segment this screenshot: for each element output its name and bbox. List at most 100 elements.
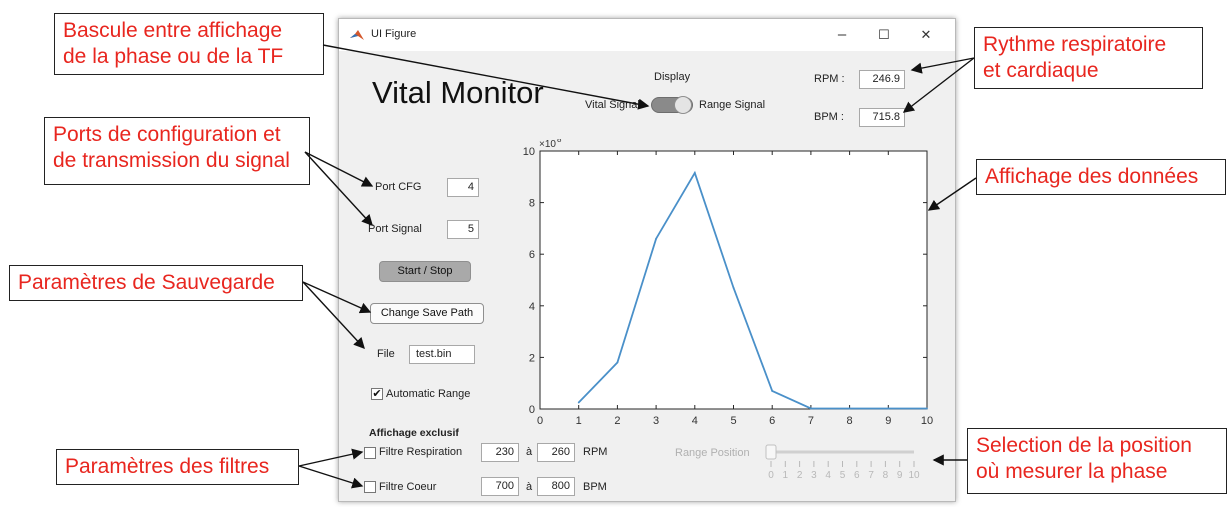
resp-filter-checkbox[interactable] — [364, 447, 376, 459]
range-position-slider[interactable]: 0 1 2 3 4 5 6 7 8 9 10 — [764, 439, 934, 483]
x-tick-label: 6 — [769, 415, 775, 427]
callout-line: Affichage des données — [985, 165, 1199, 188]
callout-line: Ports de configuration et — [53, 123, 281, 146]
display-toggle-switch[interactable] — [651, 96, 693, 114]
x-tick-label: 4 — [692, 415, 698, 427]
callout-line: Rythme respiratoire — [983, 33, 1167, 56]
change-save-path-button[interactable]: Change Save Path — [370, 303, 484, 324]
rpm-value: 246.9 — [859, 70, 905, 89]
x-tick-label: 9 — [885, 415, 891, 427]
callout-line: où mesurer la phase — [976, 460, 1168, 483]
data-point — [887, 407, 890, 410]
port-cfg-field[interactable]: 4 — [447, 178, 479, 197]
data-point — [848, 407, 851, 410]
y-tick-label: 0 — [529, 404, 535, 416]
maximize-button[interactable]: ☐ — [869, 23, 899, 47]
port-signal-label: Port Signal — [368, 223, 422, 235]
y-tick-label: 6 — [529, 249, 535, 261]
heart-min-field[interactable]: 700 — [481, 477, 519, 496]
resp-min-field[interactable]: 230 — [481, 443, 519, 462]
rpm-label: RPM : — [814, 73, 845, 85]
callout-line: de transmission du signal — [53, 149, 290, 172]
y-tick-label: 2 — [529, 352, 535, 364]
y-multiplier-exponent: 8 — [557, 139, 562, 144]
heart-filter-label: Filtre Coeur — [379, 481, 437, 493]
resp-unit: RPM — [583, 446, 608, 458]
app-window: UI Figure – ☐ ✕ Vital Monitor Display Vi… — [338, 18, 956, 502]
callout-save: Paramètres de Sauvegarde — [9, 265, 303, 301]
y-multiplier-label: ×10 — [539, 139, 556, 150]
y-tick-label: 4 — [529, 301, 535, 313]
x-tick-label: 3 — [653, 415, 659, 427]
port-cfg-label: Port CFG — [375, 181, 422, 193]
start-stop-button[interactable]: Start / Stop — [379, 261, 471, 282]
callout-line: et cardiaque — [983, 59, 1099, 82]
slider-tick-label: 6 — [854, 470, 860, 481]
minimize-button[interactable]: – — [827, 23, 857, 47]
callout-ports: Ports de configuration et de transmissio… — [44, 117, 310, 185]
window-title: UI Figure — [371, 28, 417, 40]
callout-filters: Paramètres des filtres — [56, 449, 299, 485]
resp-filter-label: Filtre Respiration — [379, 446, 463, 458]
port-signal-field[interactable]: 5 — [447, 220, 479, 239]
callout-line: Paramètres des filtres — [65, 455, 270, 478]
file-label: File — [377, 348, 395, 360]
resp-max-field[interactable]: 260 — [537, 443, 575, 462]
data-point — [655, 237, 657, 240]
callout-rates: Rythme respiratoire et cardiaque — [974, 27, 1203, 89]
data-point — [926, 407, 928, 410]
close-button[interactable]: ✕ — [911, 23, 941, 47]
data-point — [577, 401, 580, 404]
heart-filter-checkbox[interactable] — [364, 481, 376, 493]
x-tick-label: 10 — [921, 415, 933, 427]
data-point — [693, 172, 696, 174]
slider-tick-label: 5 — [840, 470, 846, 481]
x-tick-label: 8 — [847, 415, 853, 427]
line-chart: 0 1 2 3 4 5 6 7 8 9 100246810×10 8 — [523, 139, 933, 427]
callout-position: Selection de la position où mesurer la p… — [967, 428, 1227, 494]
heart-max-field[interactable]: 800 — [537, 477, 575, 496]
data-point — [732, 286, 735, 289]
callout-line: de la phase ou de la TF — [63, 45, 284, 68]
slider-tick-label: 4 — [825, 470, 831, 481]
automatic-range-label: Automatic Range — [386, 388, 471, 400]
callout-line: Selection de la position — [976, 434, 1192, 457]
data-point — [771, 390, 774, 392]
range-position-label: Range Position — [675, 447, 750, 459]
callout-data: Affichage des données — [976, 159, 1226, 195]
range-signal-label: Range Signal — [699, 99, 766, 111]
slider-tick-label: 3 — [811, 470, 817, 481]
slider-tick-label: 8 — [883, 470, 889, 481]
automatic-range-checkbox[interactable]: ✔ — [371, 388, 383, 400]
toggle-knob — [674, 96, 692, 114]
x-tick-label: 1 — [576, 415, 582, 427]
matlab-logo-icon — [350, 30, 364, 40]
callout-toggle: Bascule entre affichage de la phase ou d… — [54, 13, 324, 75]
x-tick-label: 7 — [808, 415, 814, 427]
slider-thumb — [765, 444, 777, 460]
y-tick-label: 8 — [529, 198, 535, 210]
heart-sep: à — [526, 481, 533, 493]
resp-sep: à — [526, 446, 533, 458]
slider-tick-label: 10 — [908, 470, 920, 481]
bpm-label: BPM : — [814, 111, 844, 123]
x-tick-label: 5 — [730, 415, 736, 427]
heart-unit: BPM — [583, 481, 607, 493]
x-tick-label: 0 — [537, 415, 543, 427]
y-tick-label: 10 — [523, 146, 535, 158]
filters-title: Affichage exclusif — [369, 427, 459, 439]
slider-tick-label: 2 — [797, 470, 803, 481]
slider-tick-label: 9 — [897, 470, 903, 481]
slider-tick-label: 0 — [768, 470, 774, 481]
data-point — [810, 407, 812, 410]
data-point — [616, 361, 619, 364]
app-title: Vital Monitor — [372, 75, 544, 110]
callout-line: Bascule entre affichage — [63, 19, 283, 42]
slider-tick-label: 7 — [868, 470, 874, 481]
file-name-field[interactable]: test.bin — [409, 345, 475, 364]
vital-signal-label: Vital Signal — [585, 99, 640, 111]
bpm-value: 715.8 — [859, 108, 905, 127]
plot-area — [539, 150, 928, 410]
title-bar: UI Figure – ☐ ✕ — [339, 19, 955, 51]
display-label: Display — [654, 71, 691, 83]
